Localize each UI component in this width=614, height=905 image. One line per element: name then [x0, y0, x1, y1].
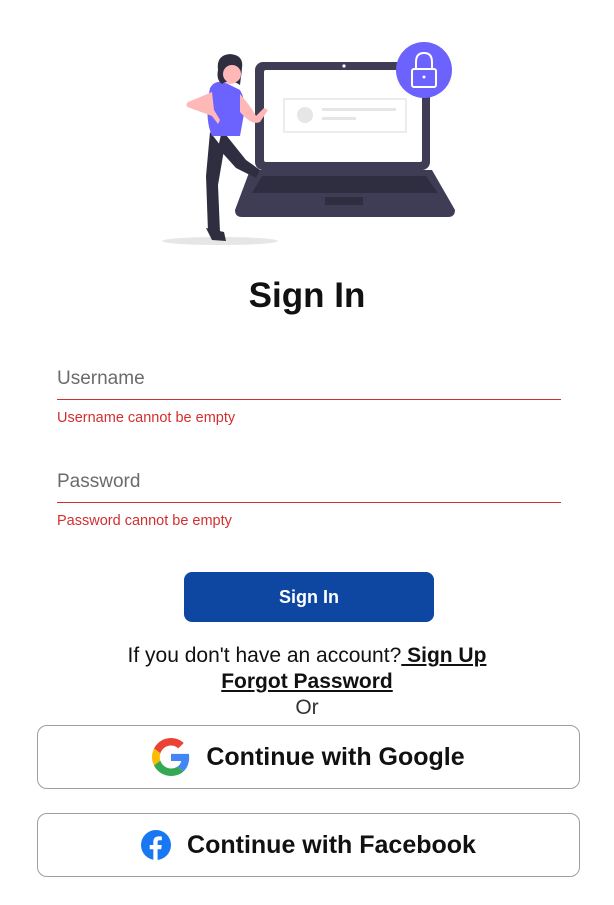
sign-in-page: Sign In Username cannot be empty Passwor… — [0, 0, 614, 905]
sign-up-link[interactable]: Sign Up — [401, 644, 486, 667]
page-title: Sign In — [248, 276, 366, 315]
facebook-button-label: Continue with Facebook — [187, 830, 476, 859]
google-icon — [152, 738, 190, 776]
username-field[interactable] — [57, 358, 561, 400]
password-field[interactable] — [57, 461, 561, 503]
login-illustration — [162, 42, 455, 245]
signup-prompt: If you don't have an account? — [127, 644, 402, 667]
forgot-row: Forgot Password — [0, 669, 614, 695]
google-button-label: Continue with Google — [206, 742, 465, 771]
continue-with-facebook-button[interactable]: Continue with Facebook — [37, 813, 580, 877]
auth-links: If you don't have an account? Sign Up Fo… — [0, 643, 614, 721]
facebook-icon — [141, 830, 172, 860]
signup-row: If you don't have an account? Sign Up — [0, 643, 614, 669]
password-field-group: Password cannot be empty — [57, 461, 561, 529]
or-divider: Or — [295, 696, 319, 719]
username-field-group: Username cannot be empty — [57, 358, 561, 426]
continue-with-google-button[interactable]: Continue with Google — [37, 725, 580, 789]
password-error: Password cannot be empty — [57, 513, 232, 529]
sign-in-button[interactable]: Sign In — [184, 572, 434, 622]
username-error: Username cannot be empty — [57, 410, 236, 426]
forgot-password-link[interactable]: Forgot Password — [221, 670, 393, 693]
